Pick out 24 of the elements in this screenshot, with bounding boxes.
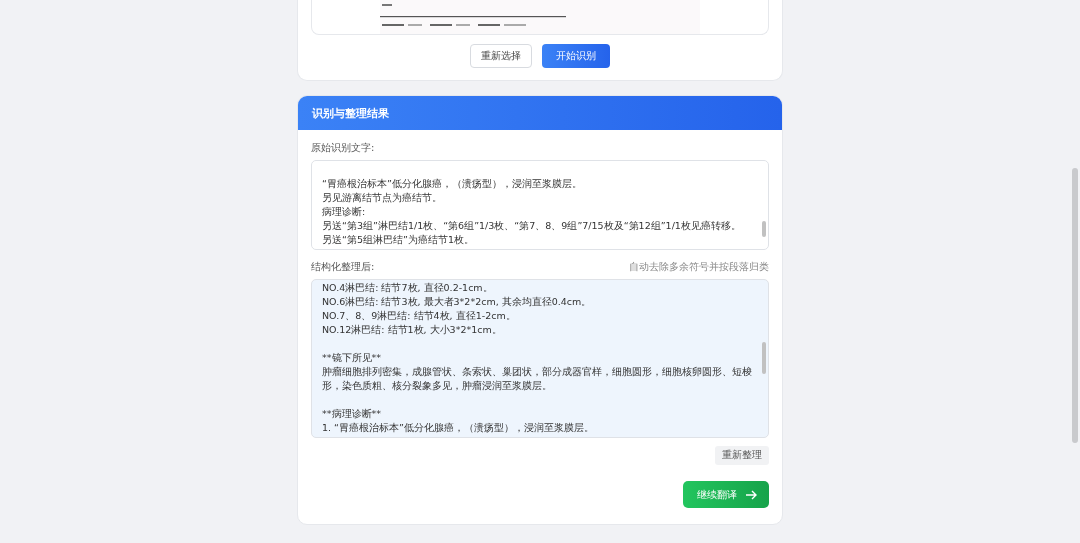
reorganize-button[interactable]: 重新整理 <box>715 446 769 465</box>
text-area[interactable] <box>311 279 769 438</box>
text-line: 另见游离结节点为癌结节。 <box>322 191 443 205</box>
card-title: 识别与整理结果 <box>312 105 389 121</box>
hint-text: 自动去除多余符号并按段落归类 <box>629 260 769 274</box>
text-line: 肿瘤细胞排列密集，成腺管状、条索状、巢团状，部分成器官样，细胞圆形，细胞核卵圆形、短梭形，染色质粗、核分裂象多见，肿瘤浸润至浆膜层。 <box>322 365 753 393</box>
text-line: NO.4淋巴结: 结节7枚, 直径0.2-1cm。 <box>322 281 494 295</box>
arrow-right-icon <box>745 489 757 500</box>
scrollbar[interactable] <box>1072 168 1078 443</box>
text-line: NO.6淋巴结: 结节3枚, 最大者3*2*2cm, 其余均直径0.4cm。 <box>322 295 593 309</box>
text-line: 1. “胃癌根治标本”低分化腺癌，（溃疡型），浸润至浆膜层。 <box>322 421 595 435</box>
text-line: **镜下所见** <box>322 351 382 365</box>
text-line: “胃癌根治标本”低分化腺癌，（溃疡型），浸润至浆膜层。 <box>322 177 583 191</box>
start-recognition-button[interactable]: 开始识别 <box>542 44 610 68</box>
reselect-button[interactable]: 重新选择 <box>470 44 532 68</box>
text-line: **病理诊断** <box>322 407 382 421</box>
text-line: 病理诊断: <box>322 205 367 219</box>
text-area[interactable]: “胃癌根治标本”低分化腺癌，（溃疡型），浸润至浆膜层。 另见游离结节点为癌结节。 病理诊断: 另送“第3组”淋巴结1/1枚、“第6组”1/3枚、“第7、8、9组”7/15枚及“第12组”1/1枚见癌转移。 另送“第5组淋巴结”为癌结节1枚。 <box>311 160 769 250</box>
text-line: 另送“第3组”淋巴结1/1枚、“第6组”1/3枚、“第7、8、9组”7/15枚及“第12组”1/1枚见癌转移。 <box>322 219 742 233</box>
field-label: 结构化整理后: <box>311 260 375 274</box>
text-line: NO.7、8、9淋巴结: 结节4枚, 直径1-2cm。 <box>322 309 517 323</box>
text-line: 另送“第5组淋巴结”为癌结节1枚。 <box>322 233 475 247</box>
text-line: NO.12淋巴结: 结节1枚, 大小3*2*1cm。 <box>322 323 503 337</box>
field-label: 原始识别文字: <box>311 141 376 155</box>
